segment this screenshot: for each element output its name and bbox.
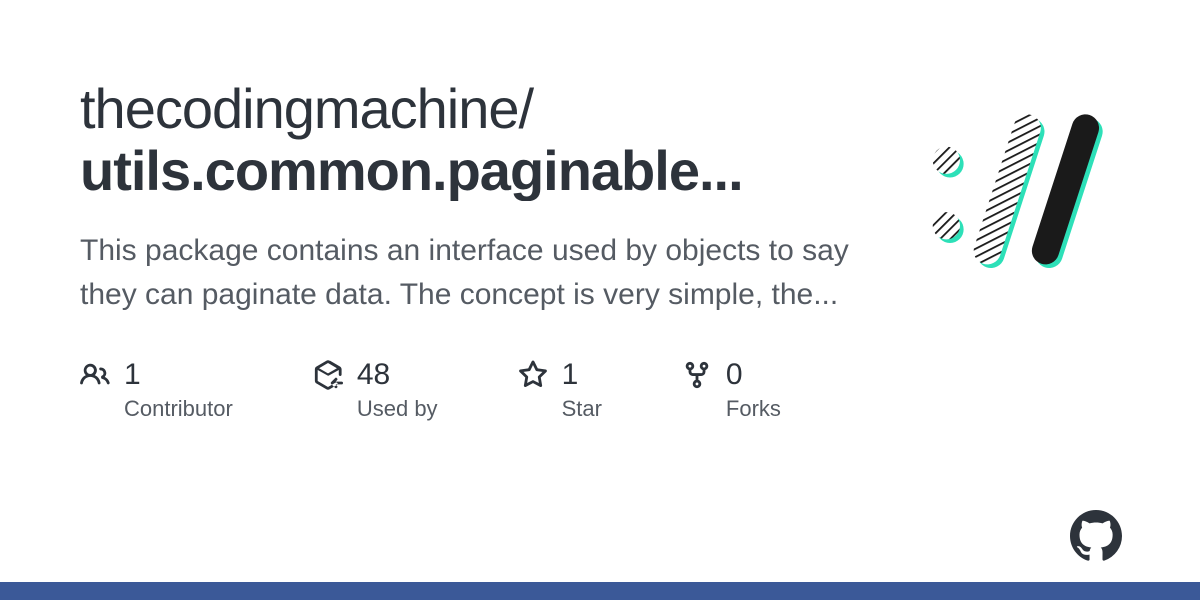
- repo-name: utils.common.paginable...: [80, 140, 860, 202]
- usedby-label: Used by: [357, 396, 438, 422]
- org-logo: [900, 78, 1120, 298]
- stars-value: 1: [562, 358, 579, 392]
- stars-label: Star: [562, 396, 602, 422]
- header-row: thecodingmachine/ utils.common.paginable…: [80, 78, 1120, 316]
- stat-contributors: 1 Contributor: [80, 358, 233, 422]
- contributors-label: Contributor: [124, 396, 233, 422]
- star-icon: [518, 360, 548, 390]
- people-icon: [80, 360, 110, 390]
- stats-row: 1 Contributor 48 Used by 1 Star 0 Forks: [80, 358, 1120, 422]
- accent-bar: [0, 582, 1200, 600]
- stat-stars: 1 Star: [518, 358, 602, 422]
- social-card: thecodingmachine/ utils.common.paginable…: [0, 0, 1200, 600]
- package-dependents-icon: [313, 360, 343, 390]
- contributors-value: 1: [124, 358, 141, 392]
- forks-value: 0: [726, 358, 743, 392]
- repo-owner: thecodingmachine/: [80, 78, 860, 140]
- github-logo-icon: [1070, 510, 1122, 562]
- stat-usedby: 48 Used by: [313, 358, 438, 422]
- owner-slash: /: [519, 77, 534, 140]
- usedby-value: 48: [357, 358, 390, 392]
- fork-icon: [682, 360, 712, 390]
- forks-label: Forks: [726, 396, 781, 422]
- title-block: thecodingmachine/ utils.common.paginable…: [80, 78, 860, 316]
- org-logo-icon: [910, 93, 1110, 293]
- repo-description: This package contains an interface used …: [80, 229, 860, 316]
- stat-forks: 0 Forks: [682, 358, 781, 422]
- repo-owner-text: thecodingmachine: [80, 77, 519, 140]
